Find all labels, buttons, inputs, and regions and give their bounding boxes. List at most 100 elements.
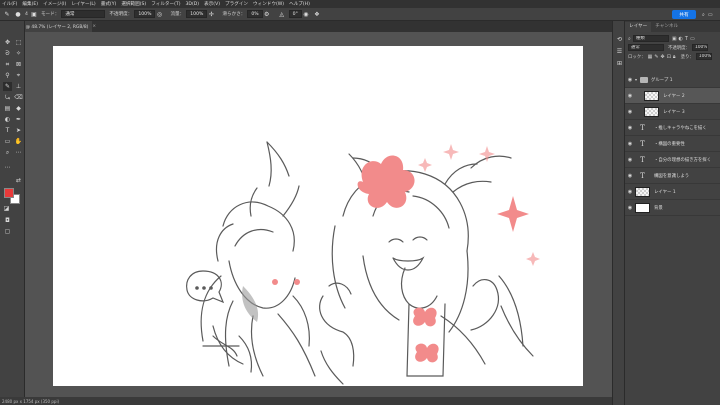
layer-1[interactable]: ◉ レイヤー 1 (625, 184, 720, 200)
screen-mode-icon[interactable]: ▢ (3, 227, 12, 236)
airbrush-icon[interactable]: ✢ (207, 10, 215, 18)
pressure-size-icon[interactable]: ◉ (302, 10, 310, 18)
path-select-icon[interactable]: ➤ (14, 126, 23, 135)
background-layer[interactable]: ◉ 背景 (625, 200, 720, 216)
dodge-icon[interactable]: ◐ (3, 115, 12, 124)
menu-layer[interactable]: レイヤー(L) (71, 1, 95, 7)
text-layer[interactable]: ◉ T ・自分の理想の描き方を探く (625, 152, 720, 168)
marquee-tool-icon[interactable]: ⬚ (14, 38, 23, 47)
menu-3d[interactable]: 3D(D) (186, 2, 200, 7)
menu-edit[interactable]: 編集(E) (22, 1, 38, 7)
lasso-tool-icon[interactable]: ᘐ (3, 49, 12, 58)
libraries-icon[interactable]: ⊞ (615, 59, 624, 68)
eye-icon[interactable]: ◉ (625, 189, 635, 195)
close-icon[interactable]: × (92, 24, 96, 29)
more-tools-icon[interactable]: ⋯ (14, 148, 23, 157)
menu-filter[interactable]: フィルター(T) (151, 1, 180, 7)
eraser-icon[interactable]: ⌫ (14, 93, 23, 102)
lock-pixels-icon[interactable]: ▦ (648, 54, 653, 60)
text-layer[interactable]: ◉ T ・構図の重要性 (625, 136, 720, 152)
lock-all-icon[interactable]: 🔒︎ (673, 54, 676, 60)
tab-layers[interactable]: レイヤー (625, 22, 652, 32)
brush-tool-icon[interactable]: ✎ (3, 10, 11, 18)
brush-settings-icon[interactable]: ▣ (30, 10, 38, 18)
filter-type-icon[interactable]: T (685, 36, 688, 42)
lock-paint-icon[interactable]: ✎ (654, 54, 658, 60)
document-size: 2480 px x 1754 px (350 ppi) (2, 398, 60, 404)
brush-tool-icon[interactable]: ✎ (3, 82, 12, 91)
artwork-canvas[interactable] (53, 46, 583, 386)
tab-channels[interactable]: チャンネル (651, 22, 682, 32)
frame-tool-icon[interactable]: ⊠ (14, 60, 23, 69)
eye-icon[interactable]: ◉ (625, 157, 635, 163)
workspace-icon[interactable]: ▭ (708, 12, 713, 18)
pressure-opacity-icon[interactable]: ◎ (155, 10, 163, 18)
filter-pixel-icon[interactable]: ▣ (672, 36, 677, 42)
swap-colors-icon[interactable]: ⇄ (14, 176, 23, 185)
shape-tool-icon[interactable]: ▭ (3, 137, 12, 146)
layers-panel: レイヤー チャンネル ⌕ 種類 ▣ ◐ T ▭ 通常 不透明度： 100% ロッ… (625, 21, 720, 405)
menu-select[interactable]: 選択範囲(S) (121, 1, 146, 7)
angle-field[interactable]: 0° (288, 10, 302, 18)
default-colors-icon[interactable]: ◪ (2, 204, 11, 213)
layers-panel-tabs: レイヤー チャンネル (625, 21, 720, 32)
properties-icon[interactable]: ☰ (615, 47, 624, 56)
measure-icon[interactable]: ⌖ (14, 71, 23, 80)
menu-plugins[interactable]: プラグイン (225, 1, 248, 7)
eye-icon[interactable]: ◉ (625, 173, 635, 179)
pen-tool-icon[interactable]: ✒ (14, 115, 23, 124)
share-button[interactable]: 共有 (672, 10, 696, 19)
sketch-illustration (186, 141, 540, 385)
layer-group-1[interactable]: ◉ ▾ グループ 1 (625, 72, 720, 88)
mode-select[interactable]: 通常 (61, 10, 106, 18)
move-tool-icon[interactable]: ✥ (3, 38, 12, 47)
text-layer[interactable]: ◉ T ・推しキャラやねこを描く (625, 120, 720, 136)
smoothing-field[interactable]: 0% (247, 10, 263, 18)
eyedropper-icon[interactable]: ⚲ (3, 71, 12, 80)
opacity-field[interactable]: 100% (134, 10, 156, 18)
menu-window[interactable]: ウィンドウ(W) (253, 1, 284, 7)
zoom-tool-icon[interactable]: ⌕ (3, 148, 12, 157)
eye-icon[interactable]: ◉ (625, 93, 635, 99)
search-icon[interactable]: ⌕ (702, 12, 705, 18)
menu-help[interactable]: ヘルプ(H) (289, 1, 310, 7)
foreground-color-swatch[interactable] (4, 188, 14, 198)
layer-2[interactable]: ◉ レイヤー 2 (625, 88, 720, 104)
text-layer[interactable]: ◉ T 構図を意識しよう (625, 168, 720, 184)
flow-field[interactable]: 100% (186, 10, 208, 18)
layer-3[interactable]: ◉ レイヤー 3 (625, 104, 720, 120)
opacity-label: 不透明度： (109, 12, 133, 17)
blur-icon[interactable]: ◆ (14, 104, 23, 113)
lock-artboard-icon[interactable]: ⊡ (667, 54, 671, 60)
blend-mode-select[interactable]: 通常 (628, 44, 664, 51)
layer-kind-filter[interactable]: 種類 (632, 35, 669, 42)
eye-icon[interactable]: ◉ (625, 77, 635, 83)
symmetry-icon[interactable]: ❖ (313, 10, 321, 18)
history-brush-icon[interactable]: ⤿ (3, 93, 12, 102)
menu-view[interactable]: 表示(V) (204, 1, 220, 7)
canvas-area[interactable] (25, 32, 612, 397)
menu-image[interactable]: イメージ(I) (43, 1, 66, 7)
gradient-icon[interactable]: ▤ (3, 104, 12, 113)
crop-tool-icon[interactable]: ⌗ (3, 60, 12, 69)
eye-icon[interactable]: ◉ (625, 109, 635, 115)
menu-type[interactable]: 書式(Y) (101, 1, 117, 7)
layer-opacity-field[interactable]: 100% (691, 44, 708, 51)
gear-icon[interactable]: ⚙ (263, 10, 271, 18)
magic-wand-icon[interactable]: ✧ (14, 49, 23, 58)
stamp-tool-icon[interactable]: ⊥ (14, 82, 23, 91)
eye-icon[interactable]: ◉ (625, 125, 635, 131)
quick-mask-icon[interactable]: ◘ (3, 216, 12, 225)
filter-shape-icon[interactable]: ▭ (690, 36, 695, 42)
fill-field[interactable]: 100% (695, 53, 712, 60)
eye-icon[interactable]: ◉ (625, 141, 635, 147)
eye-icon[interactable]: ◉ (625, 205, 635, 211)
type-tool-icon[interactable]: T (3, 126, 12, 135)
menu-file[interactable]: イル(F) (2, 1, 17, 7)
lock-move-icon[interactable]: ✥ (661, 54, 665, 60)
history-icon[interactable]: ⟲ (615, 35, 624, 44)
filter-adjust-icon[interactable]: ◐ (679, 36, 683, 42)
brush-preset-icon[interactable]: ● (14, 10, 22, 18)
hand-tool-icon[interactable]: ✋ (14, 137, 23, 146)
edit-toolbar-icon[interactable]: ⋯ (3, 163, 12, 172)
